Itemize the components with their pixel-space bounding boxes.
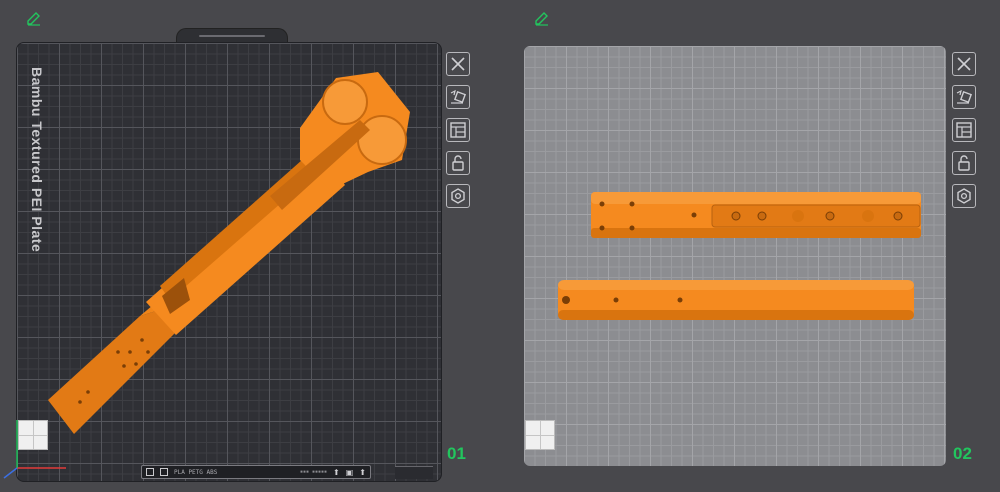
model-handle-part[interactable]: [48, 72, 410, 434]
plate-number-2: 02: [953, 444, 972, 463]
delete-plate-button[interactable]: [952, 52, 976, 76]
auto-orient-icon: [956, 89, 973, 104]
auto-orient-button[interactable]: [446, 85, 470, 109]
models-layer: [3, 72, 921, 479]
close-icon: [451, 57, 465, 71]
close-icon: [957, 57, 971, 71]
plate-1-toolbar: [446, 52, 470, 208]
lock-icon: [452, 155, 464, 171]
arrange-button[interactable]: [446, 118, 470, 142]
plate-number-1: 01: [447, 444, 466, 463]
plate-settings-button[interactable]: [952, 184, 976, 208]
lock-plate-button[interactable]: [446, 151, 470, 175]
lock-plate-button[interactable]: [952, 151, 976, 175]
view-cube-plate-1[interactable]: [18, 420, 48, 450]
plater-viewport[interactable]: Bambu Textured PEI Plate PLA PETG ABS ▪▪…: [0, 0, 1000, 492]
arrange-icon: [450, 122, 466, 138]
auto-orient-icon: [450, 89, 467, 104]
settings-icon: [451, 188, 465, 204]
delete-plate-button[interactable]: [446, 52, 470, 76]
plate-settings-button[interactable]: [446, 184, 470, 208]
settings-icon: [957, 188, 971, 204]
arrange-icon: [956, 122, 972, 138]
view-cube-plate-2[interactable]: [525, 420, 555, 450]
z-axis-line: [3, 467, 18, 479]
arrange-button[interactable]: [952, 118, 976, 142]
plate-2-toolbar: [952, 52, 976, 208]
auto-orient-button[interactable]: [952, 85, 976, 109]
lock-icon: [958, 155, 970, 171]
model-tube-upper[interactable]: [591, 192, 921, 238]
model-tube-lower[interactable]: [558, 280, 914, 320]
